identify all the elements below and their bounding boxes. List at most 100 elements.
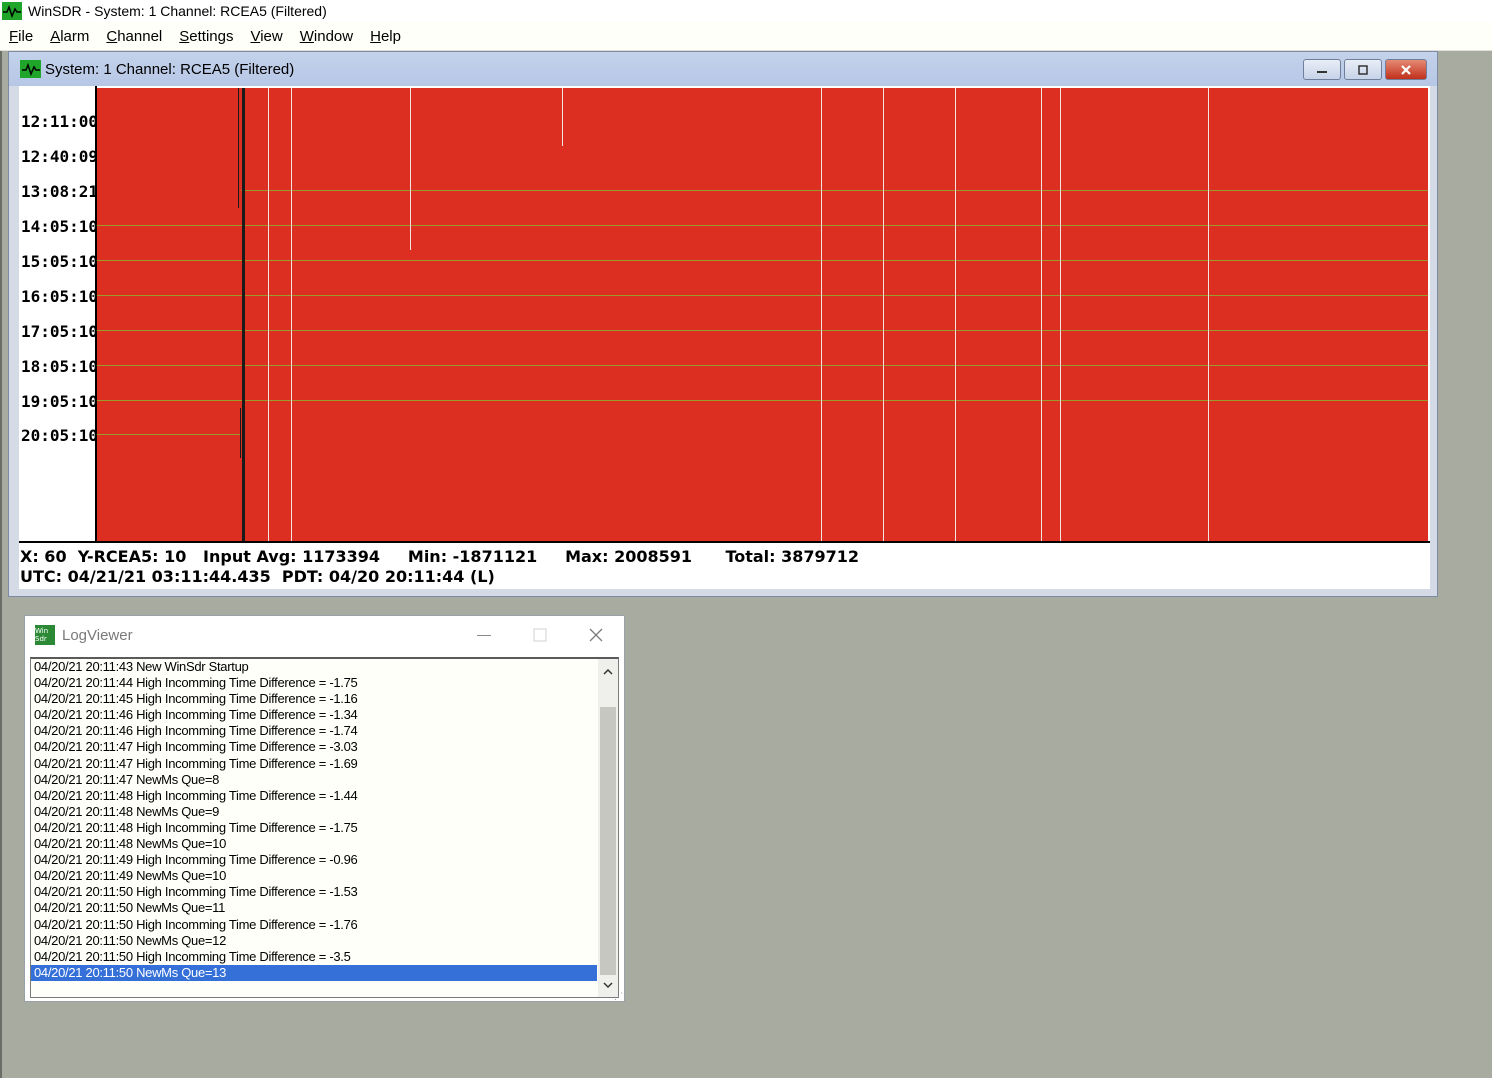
log-entry[interactable]: 04/20/21 20:11:43 New WinSdr Startup	[31, 659, 597, 675]
menu-label-rest: ile	[18, 27, 34, 45]
log-entry[interactable]: 04/20/21 20:11:46 High Incomming Time Di…	[31, 707, 597, 723]
menu-label-rest: indow	[313, 27, 354, 45]
mdi-border	[0, 51, 2, 1078]
time-label: 12:11:00	[21, 112, 99, 131]
minimize-button[interactable]	[1303, 59, 1341, 80]
trace-spike	[1060, 88, 1061, 541]
log-maximize-button[interactable]	[512, 616, 568, 654]
waveform-icon	[2, 2, 22, 20]
trace-line	[241, 330, 1428, 331]
seismogram-plot[interactable]	[97, 88, 1428, 541]
menu-mnemonic: H	[370, 27, 381, 45]
time-label: 15:05:10	[21, 252, 99, 271]
log-close-button[interactable]	[568, 616, 624, 654]
menu-file[interactable]: File	[0, 28, 41, 45]
plot-divider	[19, 541, 1430, 543]
log-entry[interactable]: 04/20/21 20:11:47 High Incomming Time Di…	[31, 739, 597, 755]
log-viewer-window[interactable]: Win Sdr LogViewer 04/20/21 20:11:43 New …	[24, 615, 625, 1002]
minimize-icon	[477, 635, 491, 636]
log-entry[interactable]: 04/20/21 20:11:49 NewMs Que=10	[31, 868, 597, 884]
trace-line	[97, 400, 241, 401]
log-entry[interactable]: 04/20/21 20:11:45 High Incomming Time Di…	[31, 691, 597, 707]
menu-label-rest: larm	[60, 27, 90, 45]
time-label: 12:40:09	[21, 147, 99, 166]
trace-line	[97, 225, 241, 226]
log-entry[interactable]: 04/20/21 20:11:50 High Incomming Time Di…	[31, 884, 597, 900]
maximize-icon	[533, 628, 547, 642]
log-entry[interactable]: 04/20/21 20:11:48 High Incomming Time Di…	[31, 788, 597, 804]
winsdr-icon: Win Sdr	[35, 625, 55, 645]
resize-grip-icon[interactable]: ⋰	[614, 991, 623, 1001]
menu-label-rest: hannel	[117, 27, 163, 45]
menu-label-rest: elp	[380, 27, 401, 45]
trace-spike	[883, 88, 884, 541]
scroll-up-icon[interactable]	[598, 661, 618, 681]
channel-window[interactable]: System: 1 Channel: RCEA5 (Filtered) 12:1…	[8, 51, 1438, 597]
menu-mnemonic: V	[250, 27, 261, 45]
app-title-bar: WinSDR - System: 1 Channel: RCEA5 (Filte…	[0, 0, 1492, 22]
status-line-2: UTC: 04/21/21 03:11:44.435 PDT: 04/20 20…	[20, 567, 495, 586]
log-entry[interactable]: 04/20/21 20:11:44 High Incomming Time Di…	[31, 675, 597, 691]
trace-line	[241, 260, 1428, 261]
menu-label-rest: ettings	[189, 27, 234, 45]
trace-spike	[268, 88, 269, 541]
log-entry[interactable]: 04/20/21 20:11:50 High Incomming Time Di…	[31, 949, 597, 965]
close-button[interactable]	[1385, 59, 1427, 80]
menu-help[interactable]: Help	[361, 28, 409, 45]
log-entry[interactable]: 04/20/21 20:11:50 NewMs Que=13	[31, 964, 597, 981]
trace-spike	[238, 88, 239, 208]
log-entry[interactable]: 04/20/21 20:11:47 NewMs Que=8	[31, 772, 597, 788]
trace-spike	[562, 88, 563, 146]
trace-line	[97, 295, 241, 296]
menu-mnemonic: A	[50, 27, 61, 45]
menu-mnemonic: W	[299, 27, 314, 45]
log-entry[interactable]: 04/20/21 20:11:48 NewMs Que=9	[31, 804, 597, 820]
minimize-icon	[1317, 70, 1327, 73]
log-entry[interactable]: 04/20/21 20:11:47 High Incomming Time Di…	[31, 756, 597, 772]
restore-button[interactable]	[1344, 59, 1382, 80]
trace-spike	[240, 408, 241, 458]
channel-window-title: System: 1 Channel: RCEA5 (Filtered)	[45, 60, 295, 78]
log-entry[interactable]: 04/20/21 20:11:49 High Incomming Time Di…	[31, 852, 597, 868]
log-entry[interactable]: 04/20/21 20:11:50 NewMs Que=11	[31, 900, 597, 916]
log-entry[interactable]: 04/20/21 20:11:46 High Incomming Time Di…	[31, 723, 597, 739]
log-scrollbar[interactable]	[598, 659, 618, 997]
trace-line	[241, 225, 1428, 226]
time-label: 20:05:10	[21, 426, 99, 445]
log-entry[interactable]: 04/20/21 20:11:48 NewMs Que=10	[31, 836, 597, 852]
app-title: WinSDR - System: 1 Channel: RCEA5 (Filte…	[28, 3, 327, 19]
log-entry[interactable]: 04/20/21 20:11:50 High Incomming Time Di…	[31, 917, 597, 933]
seismogram-area: 12:11:00 12:40:09 13:08:21 14:05:10 15:05:10…	[19, 86, 1430, 589]
time-label: 14:05:10	[21, 217, 99, 236]
restore-icon	[1358, 64, 1368, 75]
time-label: 19:05:10	[21, 392, 99, 411]
trace-line	[241, 295, 1428, 296]
log-viewer-title-bar[interactable]: Win Sdr LogViewer	[25, 616, 624, 654]
menu-alarm[interactable]: Alarm	[41, 28, 97, 45]
menu-mnemonic: F	[9, 27, 19, 45]
close-icon	[1401, 64, 1411, 75]
menu-settings[interactable]: Settings	[170, 28, 241, 45]
menu-window[interactable]: Window	[291, 28, 361, 45]
trace-spike	[1208, 88, 1209, 541]
log-entry[interactable]: 04/20/21 20:11:50 NewMs Que=12	[31, 933, 597, 949]
time-label: 17:05:10	[21, 322, 99, 341]
time-label: 13:08:21	[21, 182, 99, 201]
status-panel: X: 60 Y-RCEA5: 10 Input Avg: 1173394 Min…	[19, 544, 1430, 588]
channel-window-title-bar[interactable]: System: 1 Channel: RCEA5 (Filtered)	[9, 52, 1437, 86]
menu-view[interactable]: View	[241, 28, 290, 45]
log-viewer-title: LogViewer	[62, 626, 133, 644]
log-entry[interactable]: 04/20/21 20:11:48 High Incomming Time Di…	[31, 820, 597, 836]
trace-line	[97, 365, 241, 366]
status-line-1: X: 60 Y-RCEA5: 10 Input Avg: 1173394 Min…	[20, 547, 860, 566]
scroll-thumb[interactable]	[600, 707, 616, 975]
trace-spike	[955, 88, 956, 541]
menu-mnemonic: C	[106, 27, 118, 45]
waveform-icon	[20, 60, 41, 78]
trace-line	[241, 190, 1428, 191]
log-list[interactable]: 04/20/21 20:11:43 New WinSdr Startup 04/2…	[30, 657, 619, 998]
time-label: 16:05:10	[21, 287, 99, 306]
log-minimize-button[interactable]	[456, 616, 512, 654]
menu-channel[interactable]: Channel	[97, 28, 170, 45]
trace-spike	[821, 88, 822, 541]
